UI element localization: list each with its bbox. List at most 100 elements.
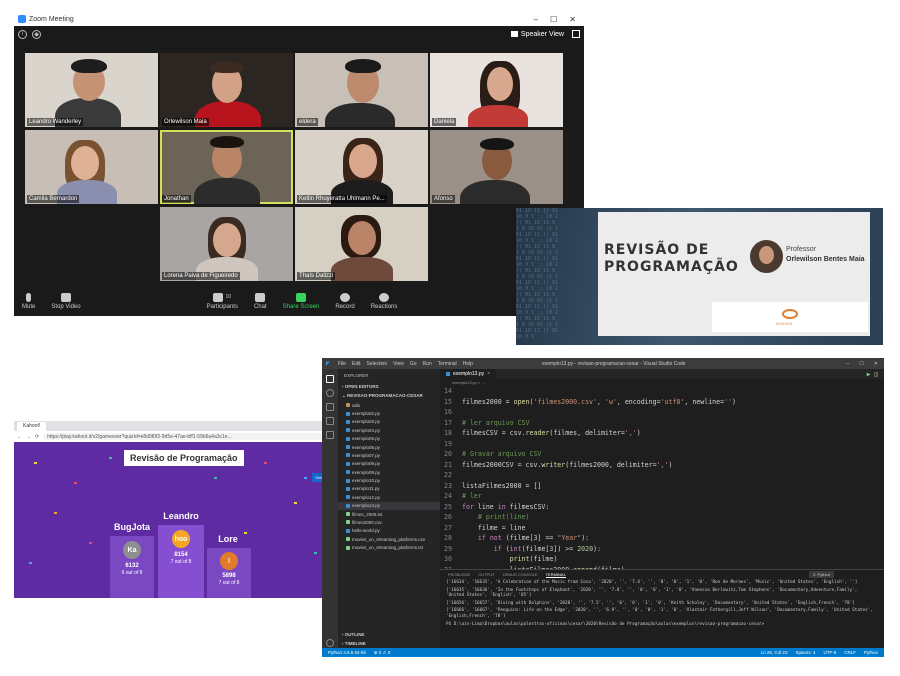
code-line[interactable]: 20 # Gravar arquivo CSV xyxy=(440,449,884,460)
file-tree-item[interactable]: filmes_2000.txt xyxy=(338,510,440,518)
code-line[interactable]: 15 filmes2000 = open('filmes2000.csv', 'w… xyxy=(440,397,884,408)
file-tree-item[interactable]: exemplo06.py xyxy=(338,443,440,451)
share-screen-button[interactable]: Share Screen xyxy=(283,292,319,310)
back-icon[interactable]: ← xyxy=(17,434,22,440)
fullscreen-icon[interactable] xyxy=(572,30,580,38)
reload-icon[interactable]: ⟳ xyxy=(35,434,39,440)
line-ending[interactable]: CRLF xyxy=(844,650,856,655)
code-line[interactable]: 14 xyxy=(440,386,884,397)
menu-item[interactable]: Selection xyxy=(367,361,388,367)
code-line[interactable]: 19 xyxy=(440,439,884,450)
menu-item[interactable]: File xyxy=(338,361,346,367)
file-tree-item[interactable]: exemplo08.py xyxy=(338,460,440,468)
problems-count[interactable]: ⊗ 0 ⚠ 0 xyxy=(374,650,391,656)
speaker-view-button[interactable]: Speaker View xyxy=(510,31,564,38)
code-line[interactable]: 23 listaFilmes2000 = [] xyxy=(440,481,884,492)
video-tile[interactable]: eldera xyxy=(295,53,428,127)
indentation[interactable]: Spaces: 4 xyxy=(795,650,815,655)
code-line[interactable]: 29 if (int(filme[3]) >= 2020): xyxy=(440,544,884,555)
maximize-icon[interactable]: ☐ xyxy=(550,15,557,24)
video-tile[interactable]: Thaís Dallzzi xyxy=(295,207,428,281)
file-tree-item[interactable]: exemplo04.py xyxy=(338,426,440,434)
menu-item[interactable]: Edit xyxy=(352,361,361,367)
panel-tab[interactable]: OUTPUT xyxy=(478,572,494,577)
menu-item[interactable]: Help xyxy=(463,361,473,367)
minimize-icon[interactable]: – xyxy=(534,15,538,24)
menu-item[interactable]: View xyxy=(393,361,404,367)
run-debug-icon[interactable] xyxy=(326,417,334,425)
open-editors-section[interactable]: › OPEN EDITORS xyxy=(338,382,440,391)
code-line[interactable]: 30 print(filme) xyxy=(440,554,884,565)
project-folder[interactable]: ⌄ REVISAO-PROGRAMACAO-CESAR xyxy=(338,391,440,401)
code-line[interactable]: 17 # ler arquivo CSV xyxy=(440,418,884,429)
editor-tab[interactable]: exemplo13.py × xyxy=(440,369,497,379)
terminal-select[interactable]: 2: Python xyxy=(809,571,834,578)
settings-gear-icon[interactable] xyxy=(326,639,334,647)
file-tree-item[interactable]: exemplo11.py xyxy=(338,485,440,493)
split-editor-icon[interactable]: ◫ xyxy=(874,371,884,378)
code-line[interactable]: 25 for line in filmesCSV: xyxy=(440,502,884,513)
language-mode[interactable]: Python xyxy=(864,650,878,655)
outline-section[interactable]: › OUTLINE xyxy=(338,630,440,639)
file-tree-item[interactable]: exemplo02.py xyxy=(338,409,440,417)
panel-tab[interactable]: PROBLEMS xyxy=(448,572,470,577)
close-tab-icon[interactable]: × xyxy=(487,371,490,377)
video-tile[interactable]: Camila Bernardon xyxy=(25,130,158,204)
participants-button[interactable]: 10 Participants xyxy=(207,292,238,310)
stop-video-button[interactable]: Stop Video xyxy=(51,292,81,310)
extensions-icon[interactable] xyxy=(326,431,334,439)
info-icon[interactable]: i xyxy=(18,29,27,39)
file-tree-item[interactable]: utils xyxy=(338,401,440,409)
code-line[interactable]: 21 filmes2000CSV = csv.writer(filmes2000,… xyxy=(440,460,884,471)
video-tile[interactable]: Lorena Paiva de Figueiredo xyxy=(160,207,293,281)
code-line[interactable]: 24 # ler xyxy=(440,491,884,502)
file-tree-item[interactable]: exemplo12.py xyxy=(338,493,440,501)
panel-tab[interactable]: DEBUG CONSOLE xyxy=(503,572,538,577)
python-interpreter[interactable]: Python 3.6.5 64-bit xyxy=(328,650,366,655)
explorer-icon[interactable] xyxy=(326,375,334,383)
search-icon[interactable] xyxy=(326,389,334,397)
video-tile-active-speaker[interactable]: Jonathan xyxy=(160,130,293,204)
file-tree-item[interactable]: hello-world.py xyxy=(338,527,440,535)
video-tile[interactable]: Afonso xyxy=(430,130,563,204)
forward-icon[interactable]: → xyxy=(26,434,31,440)
file-tree-item[interactable]: exemplo07.py xyxy=(338,451,440,459)
file-tree-item[interactable]: exemplo13.py xyxy=(338,501,440,510)
menu-item[interactable]: Terminal xyxy=(438,361,457,367)
file-tree-item[interactable]: filmes2000.csv xyxy=(338,518,440,526)
close-icon[interactable]: ✕ xyxy=(569,15,576,24)
file-tree-item[interactable]: movies_on_streaming_platforms.csv xyxy=(338,535,440,543)
panel-tab[interactable]: TERMINAL xyxy=(545,572,566,578)
file-tree-item[interactable]: exemplo09.py xyxy=(338,468,440,476)
menu-item[interactable]: Run xyxy=(423,361,432,367)
code-line[interactable]: 16 xyxy=(440,407,884,418)
minimize-icon[interactable]: – xyxy=(847,361,850,367)
code-line[interactable]: 28 if not (filme[3] == "Year"): xyxy=(440,533,884,544)
file-tree-item[interactable]: exemplo10.py xyxy=(338,476,440,484)
video-tile[interactable]: Leandro Wanderley xyxy=(25,53,158,127)
file-encoding[interactable]: UTF-8 xyxy=(823,650,836,655)
code-line[interactable]: 26 # print(line) xyxy=(440,512,884,523)
code-line[interactable]: 18 filmesCSV = csv.reader(filmes, delimit… xyxy=(440,428,884,439)
mute-button[interactable]: Mute xyxy=(22,292,35,310)
run-python-icon[interactable]: ▶ xyxy=(867,371,875,378)
code-line[interactable]: 22 xyxy=(440,470,884,481)
timeline-section[interactable]: › TIMELINE xyxy=(338,639,440,648)
code-line[interactable]: 27 filme = line xyxy=(440,523,884,534)
shield-icon[interactable]: ◆ xyxy=(32,29,41,39)
address-bar[interactable]: https://play.kahoot.it/v2/gameover?quizI… xyxy=(43,433,335,440)
video-tile[interactable]: Orlewilson Maia xyxy=(160,53,293,127)
terminal-output[interactable]: ['16634', '16635', 'A Celebration of the… xyxy=(440,579,884,630)
video-tile[interactable]: Daniela xyxy=(430,53,563,127)
code-editor[interactable]: exemplo13.py × ▶ ◫ exemplo13.py > ... 14… xyxy=(440,369,884,595)
chat-button[interactable]: Chat xyxy=(254,292,267,310)
file-tree-item[interactable]: exemplo05.py xyxy=(338,435,440,443)
file-tree-item[interactable]: movies_on_streaming_platforms.txt xyxy=(338,543,440,551)
close-icon[interactable]: ✕ xyxy=(874,361,878,367)
video-tile[interactable]: Ketlin Rhuyeratta Uhlmann Pe... xyxy=(295,130,428,204)
reactions-button[interactable]: Reactions xyxy=(371,292,397,310)
record-button[interactable]: Record xyxy=(335,292,355,310)
file-tree-item[interactable]: exemplo03.py xyxy=(338,418,440,426)
browser-tab[interactable]: Kahoot! xyxy=(17,421,47,431)
cursor-position[interactable]: Ln 25, Col 23 xyxy=(761,650,788,655)
